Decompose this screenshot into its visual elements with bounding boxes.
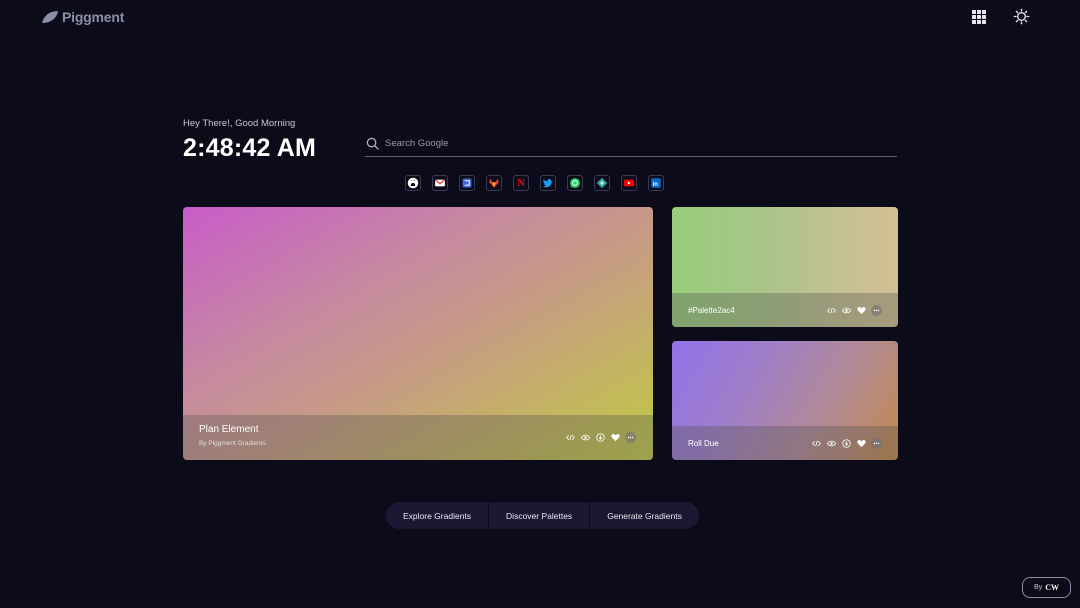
eye-icon[interactable] <box>580 433 590 443</box>
gmail-icon[interactable] <box>432 175 448 191</box>
svg-text:in: in <box>653 182 659 188</box>
eye-icon[interactable] <box>841 306 851 316</box>
credit-badge[interactable]: By CW <box>1022 577 1071 598</box>
heart-icon[interactable] <box>856 306 866 316</box>
card-title: #Palette2ac4 <box>688 306 735 315</box>
card-footer: Plan Element By Piggment Gradients <box>183 415 653 460</box>
youtube-icon[interactable] <box>621 175 637 191</box>
brand-logo[interactable]: Piggment <box>41 9 124 25</box>
greeting-text: Hey There!, Good Morning <box>183 118 296 129</box>
code-icon[interactable] <box>811 439 821 449</box>
eye-icon[interactable] <box>826 439 836 449</box>
explore-gradients-button[interactable]: Explore Gradients <box>386 502 488 529</box>
twitter-icon[interactable] <box>540 175 556 191</box>
heart-icon[interactable] <box>610 433 620 443</box>
more-icon[interactable] <box>871 305 882 316</box>
gradient-card-roll-due[interactable]: Roll Due <box>672 341 898 460</box>
card-actions <box>826 305 882 316</box>
code-icon[interactable] <box>565 433 575 443</box>
search-input[interactable] <box>385 138 885 149</box>
app-blue-icon[interactable] <box>459 175 475 191</box>
download-icon[interactable] <box>595 433 605 443</box>
brand-name: Piggment <box>62 9 125 25</box>
app-teal-icon[interactable] <box>594 175 610 191</box>
discover-palettes-button[interactable]: Discover Palettes <box>489 502 589 529</box>
card-title: Roll Due <box>688 439 719 448</box>
theme-toggle-sun-icon[interactable] <box>1013 8 1030 25</box>
generate-gradients-button[interactable]: Generate Gradients <box>590 502 699 529</box>
apps-grid-icon[interactable] <box>972 10 986 24</box>
more-icon[interactable] <box>625 432 636 443</box>
download-icon[interactable] <box>841 439 851 449</box>
bottom-nav: Explore Gradients Discover Palettes Gene… <box>386 502 699 529</box>
whatsapp-icon[interactable] <box>567 175 583 191</box>
card-footer: #Palette2ac4 <box>672 293 898 327</box>
netflix-icon[interactable]: N <box>513 175 529 191</box>
search-bar[interactable] <box>365 131 897 157</box>
gradient-card-palette[interactable]: #Palette2ac4 <box>672 207 898 327</box>
card-footer: Roll Due <box>672 426 898 460</box>
card-actions <box>811 438 882 449</box>
shortcut-bar: N in <box>405 175 664 191</box>
card-subtitle: By Piggment Gradients <box>199 440 266 447</box>
credit-initials: CW <box>1045 583 1059 592</box>
gitlab-icon[interactable] <box>486 175 502 191</box>
leaf-logo-icon <box>42 11 58 23</box>
more-icon[interactable] <box>871 438 882 449</box>
heart-icon[interactable] <box>856 439 866 449</box>
clock-time: 2:48:42 AM <box>183 134 317 162</box>
card-title: Plan Element <box>199 424 259 435</box>
code-icon[interactable] <box>826 306 836 316</box>
card-actions <box>565 432 636 443</box>
linkedin-icon[interactable]: in <box>648 175 664 191</box>
github-icon[interactable] <box>405 175 421 191</box>
credit-prefix: By <box>1034 584 1043 591</box>
search-icon <box>366 137 379 150</box>
gradient-card-main[interactable]: Plan Element By Piggment Gradients <box>183 207 653 460</box>
